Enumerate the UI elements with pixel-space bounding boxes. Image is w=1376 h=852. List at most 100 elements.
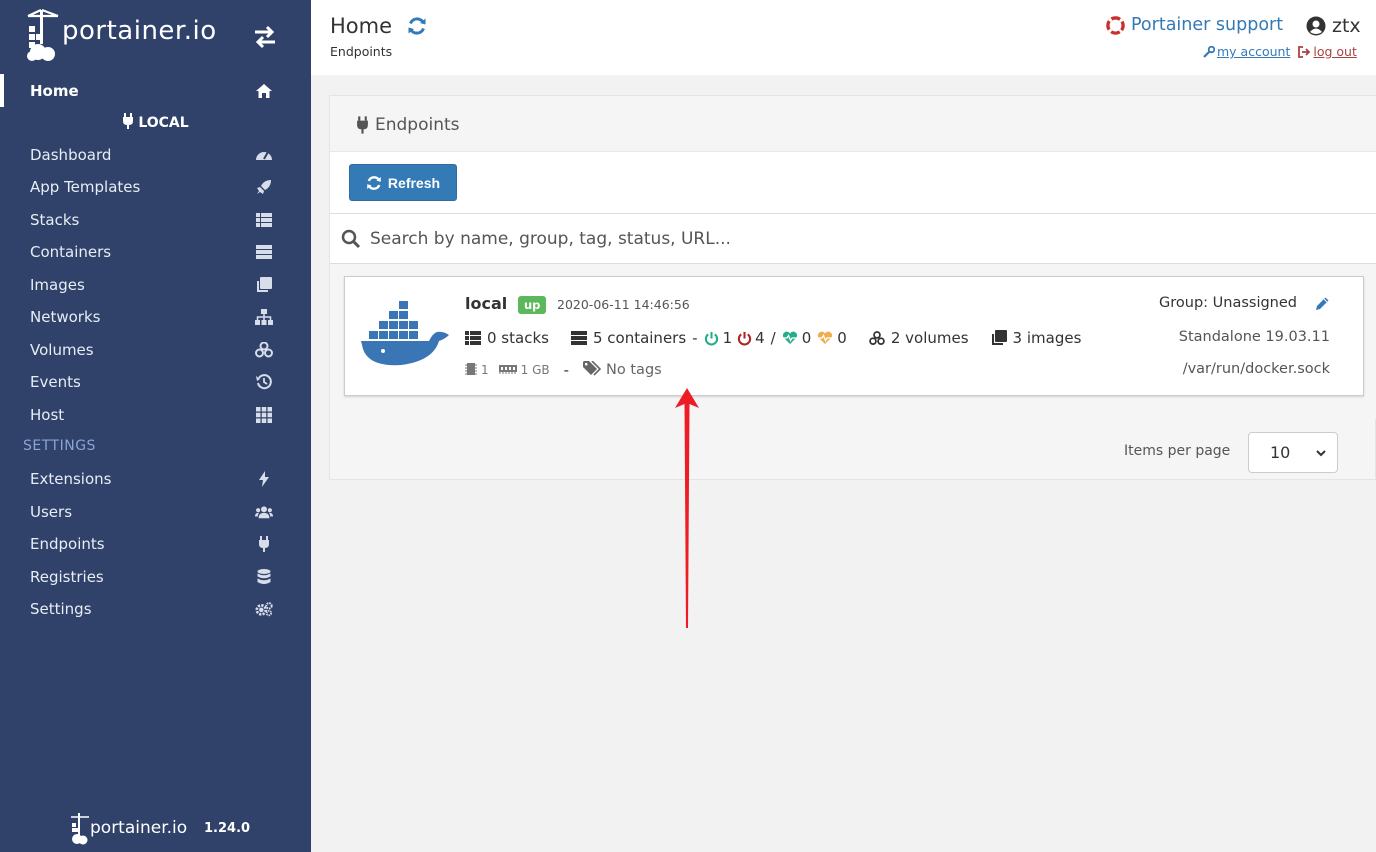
sidebar-item-label: Home xyxy=(30,81,79,100)
search-icon xyxy=(341,229,361,249)
th-list-icon xyxy=(255,211,273,229)
healthy-stat: 0 xyxy=(782,329,811,347)
settings-heading: SETTINGS xyxy=(23,438,96,454)
breadcrumb: Endpoints xyxy=(330,44,393,59)
sidebar-endpoint-name: LOCAL xyxy=(0,113,311,131)
sidebar-item-endpoints[interactable]: Endpoints xyxy=(0,528,311,560)
sidebar-item-stacks[interactable]: Stacks xyxy=(0,204,311,236)
stopped-stat: 4 xyxy=(736,329,765,347)
endpoint-version: Standalone 19.03.11 xyxy=(1178,329,1330,345)
sidebar: portainer.io Home LOCAL Dashboard App Te… xyxy=(0,0,311,852)
pagination: Items per page 10 xyxy=(330,419,1376,481)
resources-dash: - xyxy=(563,361,570,379)
annotation-arrow xyxy=(675,388,699,628)
refresh-button[interactable]: Refresh xyxy=(349,164,457,201)
sidebar-item-events[interactable]: Events xyxy=(0,366,311,398)
th-list-icon xyxy=(465,330,481,346)
sidebar-item-home[interactable]: Home xyxy=(0,74,311,107)
version-label: 1.24.0 xyxy=(204,821,251,836)
plug-icon xyxy=(255,535,273,553)
users-icon xyxy=(255,503,273,521)
endpoint-card[interactable]: local up 2020-06-11 14:46:56 0 stacks 5 … xyxy=(344,276,1364,396)
cubes-icon xyxy=(255,341,273,359)
life-ring-icon xyxy=(1106,15,1125,35)
heartbeat-icon xyxy=(817,330,833,346)
endpoint-resources: 1 1 GB - No tags xyxy=(465,360,662,379)
endpoint-url: /var/run/docker.sock xyxy=(1182,361,1330,377)
images-stat: 3 images xyxy=(991,329,1081,347)
items-per-page-label: Items per page xyxy=(1124,443,1231,459)
running-stat: 1 xyxy=(704,329,732,347)
bolt-icon xyxy=(255,470,273,488)
server-icon xyxy=(570,330,587,346)
footer-brand: portainer.io 1.24.0 xyxy=(70,812,270,846)
endpoint-name: local xyxy=(465,294,508,313)
containers-stat: 5 containers xyxy=(570,329,686,347)
rocket-icon xyxy=(255,178,273,196)
sidebar-item-host[interactable]: Host xyxy=(0,399,311,431)
account-links: my account log out xyxy=(1203,44,1357,59)
sidebar-item-networks[interactable]: Networks xyxy=(0,301,311,333)
clone-icon xyxy=(255,276,273,294)
pencil-icon[interactable] xyxy=(1315,296,1330,311)
endpoint-stats: 0 stacks 5 containers - 1 4 / 0 0 2 volu… xyxy=(465,329,1081,347)
heartbeat-icon xyxy=(782,330,798,346)
stats-slash: / xyxy=(770,329,776,347)
sidebar-item-images[interactable]: Images xyxy=(0,269,311,301)
toolbar: Refresh xyxy=(330,152,1376,214)
user-menu[interactable]: ztx xyxy=(1306,15,1361,37)
cubes-icon xyxy=(869,330,885,346)
search-input[interactable] xyxy=(370,223,1350,255)
server-icon xyxy=(255,243,273,261)
history-icon xyxy=(255,373,273,391)
items-per-page-select[interactable]: 10 xyxy=(1248,432,1338,473)
sidebar-item-registries[interactable]: Registries xyxy=(0,561,311,593)
sidebar-item-app-templates[interactable]: App Templates xyxy=(0,171,311,203)
search-bar xyxy=(330,214,1376,264)
power-off-icon xyxy=(736,330,752,346)
panel-title: Endpoints xyxy=(356,115,460,135)
refresh-icon[interactable] xyxy=(407,16,427,36)
page-title: Home xyxy=(330,14,393,38)
my-account-link[interactable]: my account xyxy=(1203,44,1290,59)
volumes-stat: 2 volumes xyxy=(869,329,969,347)
home-icon xyxy=(255,82,273,100)
endpoints-panel: Endpoints Refresh Search by name, group,… xyxy=(329,95,1376,480)
sitemap-icon xyxy=(255,308,273,326)
panel-header: Endpoints xyxy=(330,96,1376,152)
brand-text: portainer.io xyxy=(62,16,217,46)
cpu-count: 1 xyxy=(481,363,489,377)
sidebar-item-users[interactable]: Users xyxy=(0,496,311,528)
refresh-icon xyxy=(367,175,381,190)
database-icon xyxy=(255,568,273,586)
support-link[interactable]: Portainer support xyxy=(1106,15,1283,35)
endpoint-timestamp: 2020-06-11 14:46:56 xyxy=(557,297,690,312)
sign-out-icon xyxy=(1298,45,1311,58)
log-out-link[interactable]: log out xyxy=(1298,44,1357,59)
sidebar-item-extensions[interactable]: Extensions xyxy=(0,463,311,495)
sidebar-item-settings[interactable]: Settings xyxy=(0,593,311,625)
exchange-icon[interactable] xyxy=(252,24,278,50)
docker-logo-icon xyxy=(361,301,449,366)
unhealthy-stat: 0 xyxy=(817,329,847,347)
tachometer-icon xyxy=(255,146,273,164)
cogs-icon xyxy=(255,600,273,618)
sidebar-item-volumes[interactable]: Volumes xyxy=(0,334,311,366)
user-circle-icon xyxy=(1306,16,1326,36)
stats-dash: - xyxy=(692,329,698,347)
stacks-stat: 0 stacks xyxy=(465,329,549,347)
memory-size: 1 GB xyxy=(520,363,550,377)
status-badge: up xyxy=(518,296,547,314)
brand-logo[interactable]: portainer.io xyxy=(26,8,286,64)
portainer-crane-icon xyxy=(27,8,59,61)
power-on-icon xyxy=(704,330,720,346)
sidebar-item-dashboard[interactable]: Dashboard xyxy=(0,139,311,171)
endpoint-group: Group: Unassigned xyxy=(1159,295,1330,311)
portainer-crane-icon xyxy=(71,813,89,845)
tags-icon xyxy=(583,360,602,379)
sidebar-item-containers[interactable]: Containers xyxy=(0,236,311,268)
wrench-icon xyxy=(1203,45,1215,58)
chevron-down-icon xyxy=(1316,450,1326,457)
th-icon xyxy=(255,406,273,424)
endpoint-list: local up 2020-06-11 14:46:56 0 stacks 5 … xyxy=(330,264,1376,419)
